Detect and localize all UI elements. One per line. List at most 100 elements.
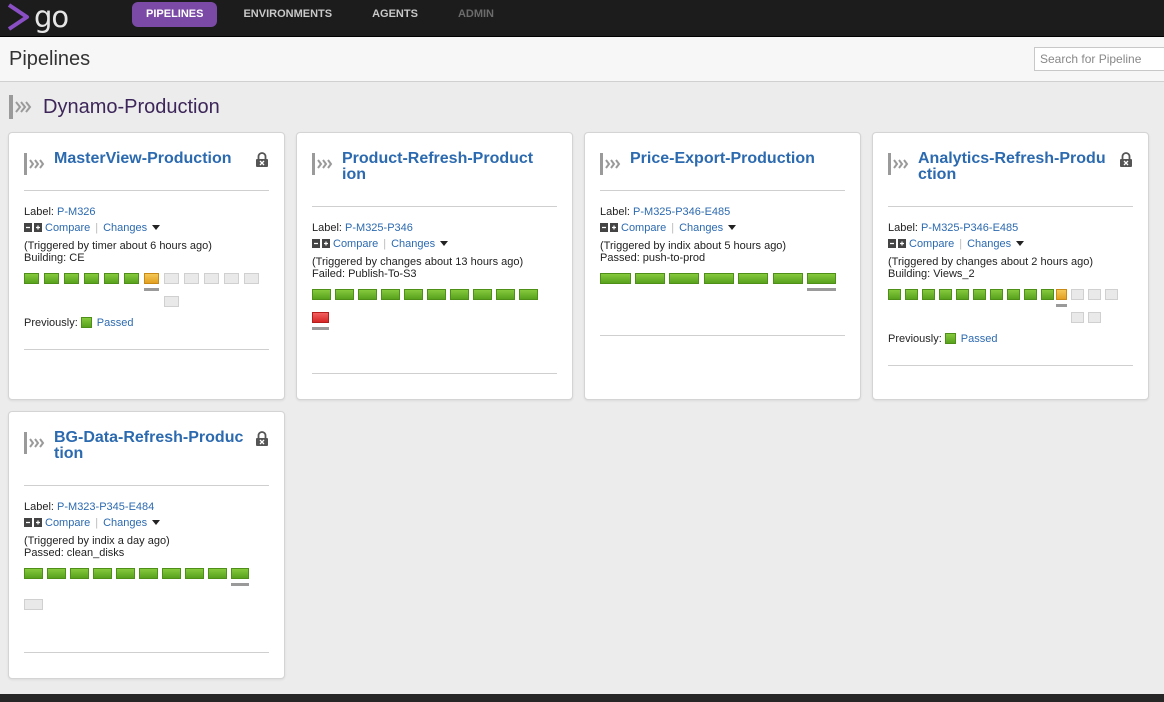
pipeline-name-link[interactable]: BG-Data-Refresh-Production <box>54 430 247 462</box>
status-text: Building: Views_2 <box>888 268 975 280</box>
changes-link[interactable]: Changes <box>679 222 723 234</box>
stage-pending[interactable] <box>1088 289 1101 300</box>
stage-passed[interactable] <box>24 568 43 579</box>
changes-link[interactable]: Changes <box>103 517 147 529</box>
pipeline-name-link[interactable]: MasterView-Production <box>54 151 247 167</box>
pipeline-label-link[interactable]: P-M325-P346 <box>345 222 413 234</box>
stage-pending[interactable] <box>164 273 179 284</box>
stage-pending[interactable] <box>1071 312 1084 323</box>
stage-passed[interactable] <box>738 273 768 284</box>
nav-tab-agents[interactable]: AGENTS <box>358 2 432 27</box>
stage-passed[interactable] <box>807 273 836 284</box>
pipeline-label-link[interactable]: P-M326 <box>57 206 96 218</box>
stage-passed[interactable] <box>473 289 492 300</box>
compare-icon <box>24 223 42 232</box>
stage-pending[interactable] <box>24 599 43 610</box>
stage-passed[interactable] <box>84 273 99 284</box>
changes-link[interactable]: Changes <box>967 238 1011 250</box>
stage-passed[interactable] <box>93 568 112 579</box>
stage-building[interactable] <box>144 273 159 284</box>
stage-pending[interactable] <box>244 273 259 284</box>
previous-status-link[interactable]: Passed <box>961 333 998 345</box>
changes-link[interactable]: Changes <box>391 238 435 250</box>
stage-passed[interactable] <box>635 273 665 284</box>
stage-passed[interactable] <box>312 289 331 300</box>
previous-status-link[interactable]: Passed <box>97 317 134 329</box>
stage-passed[interactable] <box>231 568 249 579</box>
stage-passed[interactable] <box>124 273 139 284</box>
changes-dropdown-icon[interactable] <box>152 225 161 230</box>
trigger-text: (Triggered by changes about 2 hours ago) <box>888 256 1094 268</box>
stage-passed[interactable] <box>70 568 89 579</box>
changes-dropdown-icon[interactable] <box>728 225 737 230</box>
pipeline-label-link[interactable]: P-M323-P345-E484 <box>57 501 154 513</box>
pipeline-name-link[interactable]: Analytics-Refresh-Production <box>918 151 1111 183</box>
stage-passed[interactable] <box>64 273 79 284</box>
stage-passed[interactable] <box>162 568 181 579</box>
stage-passed[interactable] <box>335 289 354 300</box>
pipeline-label-link[interactable]: P-M325-P346-E485 <box>633 206 730 218</box>
stage-passed[interactable] <box>956 289 969 300</box>
stage-pending[interactable] <box>1105 289 1118 300</box>
stage-passed[interactable] <box>973 289 986 300</box>
stage-pending[interactable] <box>224 273 239 284</box>
stage-passed[interactable] <box>496 289 515 300</box>
stage-passed[interactable] <box>1007 289 1020 300</box>
stage-passed[interactable] <box>358 289 377 300</box>
lock-icon[interactable] <box>1119 152 1133 167</box>
pipeline-search-input[interactable] <box>1034 47 1164 71</box>
pipeline-label-link[interactable]: P-M325-P346-E485 <box>921 222 1018 234</box>
stage-passed[interactable] <box>905 289 918 300</box>
compare-link[interactable]: Compare <box>621 222 666 234</box>
stage-passed[interactable] <box>116 568 135 579</box>
go-logo[interactable]: go <box>6 2 69 32</box>
pipeline-name-link[interactable]: Price-Export-Production <box>630 151 823 167</box>
stage-passed[interactable] <box>208 568 227 579</box>
stage-passed[interactable] <box>24 273 39 284</box>
stage-passed[interactable] <box>185 568 204 579</box>
stage-passed[interactable] <box>47 568 66 579</box>
label-caption: Label: <box>24 206 58 218</box>
lock-icon[interactable] <box>255 152 269 167</box>
stage-pending[interactable] <box>164 296 179 307</box>
changes-dropdown-icon[interactable] <box>1016 241 1025 246</box>
stage-failed[interactable] <box>312 312 329 323</box>
stage-pending[interactable] <box>1071 289 1084 300</box>
previous-status: Previously: Passed <box>24 317 134 329</box>
pipeline-name-link[interactable]: Product-Refresh-Production <box>342 151 535 183</box>
stage-passed[interactable] <box>600 273 631 284</box>
stage-passed[interactable] <box>104 273 119 284</box>
stage-passed[interactable] <box>404 289 423 300</box>
stage-passed[interactable] <box>44 273 59 284</box>
stage-passed[interactable] <box>1041 289 1054 300</box>
compare-link[interactable]: Compare <box>45 517 90 529</box>
changes-link[interactable]: Changes <box>103 222 147 234</box>
stage-passed[interactable] <box>939 289 952 300</box>
stage-passed[interactable] <box>427 289 446 300</box>
nav-tab-environments[interactable]: ENVIRONMENTS <box>229 2 346 27</box>
current-stage-marker <box>312 327 329 330</box>
previous-status: Previously: Passed <box>888 333 998 345</box>
changes-dropdown-icon[interactable] <box>152 520 161 525</box>
stage-passed[interactable] <box>381 289 400 300</box>
stage-pending[interactable] <box>204 273 219 284</box>
stage-building[interactable] <box>1056 289 1067 300</box>
lock-icon[interactable] <box>255 431 269 446</box>
stage-pending[interactable] <box>184 273 199 284</box>
stage-passed[interactable] <box>519 289 538 300</box>
stage-pending[interactable] <box>1088 312 1101 323</box>
stage-passed[interactable] <box>990 289 1003 300</box>
stage-passed[interactable] <box>888 289 901 300</box>
stage-passed[interactable] <box>450 289 469 300</box>
compare-link[interactable]: Compare <box>333 238 378 250</box>
nav-tab-pipelines[interactable]: PIPELINES <box>132 2 218 27</box>
compare-link[interactable]: Compare <box>45 222 90 234</box>
stage-passed[interactable] <box>139 568 158 579</box>
stage-passed[interactable] <box>1024 289 1037 300</box>
changes-dropdown-icon[interactable] <box>440 241 449 246</box>
stage-passed[interactable] <box>704 273 734 284</box>
stage-passed[interactable] <box>669 273 699 284</box>
compare-link[interactable]: Compare <box>909 238 954 250</box>
stage-passed[interactable] <box>922 289 935 300</box>
stage-passed[interactable] <box>773 273 803 284</box>
